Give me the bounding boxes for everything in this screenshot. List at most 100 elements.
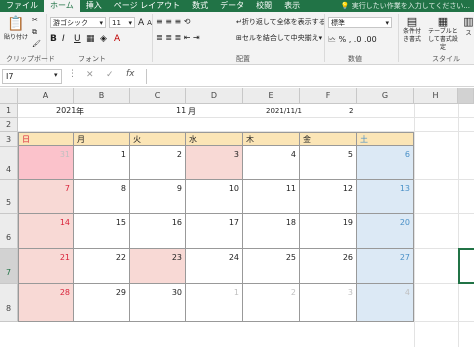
calendar-day[interactable]: 8 [74, 180, 130, 214]
calendar-day[interactable]: 2 [243, 284, 300, 322]
calendar-day[interactable]: 25 [243, 249, 300, 284]
col-header-d[interactable]: D [186, 88, 243, 104]
number-cell[interactable]: 2 [349, 107, 353, 115]
calendar-day[interactable]: 24 [186, 249, 243, 284]
col-header-i[interactable] [458, 88, 474, 104]
calendar-day[interactable]: 31 [18, 146, 74, 180]
paste-button[interactable]: 📋 貼り付け [3, 16, 29, 41]
calendar-day[interactable]: 6 [357, 146, 414, 180]
align-top-icons[interactable]: ≡ ≡ ≡ ⟲ [156, 17, 190, 26]
merge-center-button[interactable]: ⊞ セルを結合して中央揃え ▾ [236, 33, 322, 43]
font-color-icon[interactable]: A [114, 34, 126, 44]
calendar-day[interactable]: 1 [186, 284, 243, 322]
tab-home[interactable]: ホーム [44, 0, 80, 12]
number-format-buttons[interactable]: 🗠 % ‚ .0 .00 [328, 34, 377, 48]
conditional-format-icon: ▤ [406, 15, 418, 28]
calendar-day[interactable]: 17 [186, 214, 243, 249]
calendar-day[interactable]: 26 [300, 249, 357, 284]
copy-icon[interactable]: ⧉ [32, 28, 37, 37]
tell-me-box[interactable]: 💡 実行したい作業を入力してください... [341, 1, 474, 11]
row-header-4[interactable]: 4 [0, 147, 18, 180]
calendar-day[interactable]: 9 [130, 180, 186, 214]
calendar-day[interactable]: 5 [300, 146, 357, 180]
fx-icon[interactable]: fx [126, 69, 135, 79]
calendar-day[interactable]: 21 [18, 249, 74, 284]
col-header-f[interactable]: F [300, 88, 357, 104]
calendar-day[interactable]: 16 [130, 214, 186, 249]
calendar-day[interactable]: 30 [130, 284, 186, 322]
italic-button[interactable]: I [62, 34, 74, 44]
calendar-day[interactable]: 27 [357, 249, 414, 284]
tab-data[interactable]: データ [214, 0, 250, 12]
group-number-label: 数値 [348, 55, 362, 63]
calendar-day[interactable]: 3 [186, 146, 243, 180]
row-header-8[interactable]: 8 [0, 284, 18, 322]
col-header-b[interactable]: B [74, 88, 130, 104]
cut-icon[interactable]: ✂ [32, 16, 38, 24]
row-header-1[interactable]: 1 [0, 104, 18, 118]
calendar-day[interactable]: 29 [74, 284, 130, 322]
tab-file[interactable]: ファイル [0, 0, 44, 12]
calendar-day[interactable]: 3 [300, 284, 357, 322]
selected-cell[interactable] [458, 248, 474, 284]
row-header-7[interactable]: 7 [0, 249, 18, 284]
col-header-h[interactable]: H [414, 88, 458, 104]
borders-icon[interactable]: ▦ [86, 34, 100, 44]
col-header-c[interactable]: C [130, 88, 186, 104]
calendar-day[interactable]: 10 [186, 180, 243, 214]
col-header-g[interactable]: G [357, 88, 414, 104]
year-value[interactable]: 2021 [56, 106, 76, 115]
bold-button[interactable]: B [50, 34, 62, 44]
tab-page-layout[interactable]: ページ レイアウト [108, 0, 186, 12]
format-as-table-button[interactable]: ▦ テーブルとして書式設定 [426, 15, 460, 52]
name-box[interactable]: I7 [2, 69, 62, 84]
cell-styles-button[interactable]: ▥ ス [463, 15, 474, 37]
chevron-down-icon[interactable]: ▾ [54, 71, 58, 79]
enter-icon[interactable]: ✓ [106, 70, 114, 80]
calendar-day[interactable]: 28 [18, 284, 74, 322]
conditional-format-button[interactable]: ▤ 条件付き書式 [401, 15, 423, 44]
row-header-2[interactable]: 2 [0, 118, 18, 132]
tab-formulas[interactable]: 数式 [186, 0, 214, 12]
month-label: 月 [188, 107, 196, 116]
cancel-icon[interactable]: ✕ [86, 70, 94, 80]
wrap-text-button[interactable]: ↵ 折り返して全体を表示する [236, 17, 326, 27]
calendar-day[interactable]: 23 [130, 249, 186, 284]
calendar-day[interactable]: 15 [74, 214, 130, 249]
tab-review[interactable]: 校閲 [250, 0, 278, 12]
calendar-day[interactable]: 19 [300, 214, 357, 249]
calendar-day[interactable]: 13 [357, 180, 414, 214]
calendar-day[interactable]: 22 [74, 249, 130, 284]
calendar-day[interactable]: 2 [130, 146, 186, 180]
format-painter-icon[interactable]: 🖌 [32, 40, 41, 48]
calendar-day[interactable]: 14 [18, 214, 74, 249]
calendar-day[interactable]: 18 [243, 214, 300, 249]
month-value[interactable]: 11 [176, 106, 186, 115]
tab-insert[interactable]: 挿入 [80, 0, 108, 12]
calendar-day[interactable]: 7 [18, 180, 74, 214]
calendar-day[interactable]: 4 [243, 146, 300, 180]
row-header-3[interactable]: 3 [0, 132, 18, 147]
col-header-a[interactable]: A [18, 88, 74, 104]
ribbon: 📋 貼り付け ✂ ⧉ 🖌 游ゴシック ▾ 11 ▾ A A B I U ▦ ◈ A … [0, 12, 474, 65]
font-name-select[interactable]: 游ゴシック ▾ [50, 17, 106, 28]
col-header-e[interactable]: E [243, 88, 300, 104]
calendar-day[interactable]: 20 [357, 214, 414, 249]
font-size-select[interactable]: 11 ▾ [109, 17, 135, 28]
calendar-day[interactable]: 12 [300, 180, 357, 214]
row-header-5[interactable]: 5 [0, 180, 18, 214]
underline-button[interactable]: U [74, 34, 86, 44]
chevron-down-icon: ▾ [385, 18, 389, 27]
tab-view[interactable]: 表示 [278, 0, 306, 12]
calendar-day[interactable]: 1 [74, 146, 130, 180]
formula-input[interactable] [146, 69, 472, 84]
date-cell[interactable]: 2021/11/1 [266, 107, 302, 115]
align-horizontal-icons[interactable]: ≣ ≣ ≣ ⇤ ⇥ [156, 33, 200, 42]
calendar-day[interactable]: 4 [357, 284, 414, 322]
calendar-day[interactable]: 11 [243, 180, 300, 214]
select-all-corner[interactable] [0, 88, 18, 104]
fill-color-icon[interactable]: ◈ [100, 34, 114, 44]
row-header-6[interactable]: 6 [0, 214, 18, 249]
grow-font-button[interactable]: A [138, 18, 144, 28]
number-format-select[interactable]: 標準 ▾ [328, 17, 392, 28]
